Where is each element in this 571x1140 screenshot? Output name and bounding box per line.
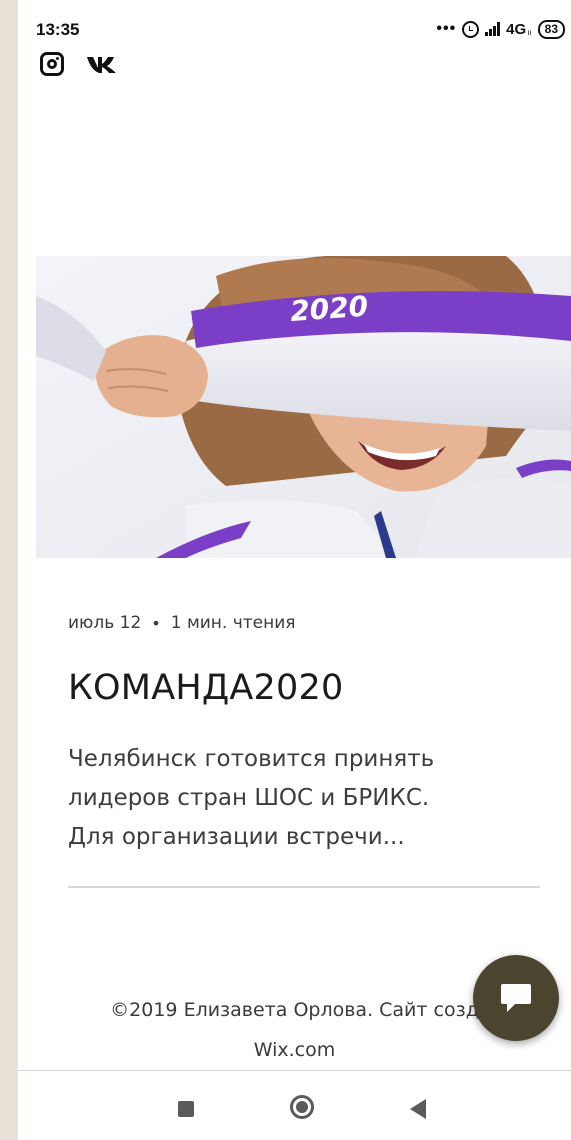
post-cover-image[interactable]: 2020 <box>36 256 571 558</box>
phone-screen: 13:35 ••• 4G ıı 83 2020 июль 12 • 1 мин.… <box>18 0 571 1140</box>
meta-separator: • <box>151 613 161 633</box>
system-navigation-bar <box>18 1070 571 1140</box>
social-bar <box>40 52 118 76</box>
jersey-2020-text: 2020 <box>289 290 369 328</box>
excerpt-line: Для организации встречи... <box>68 824 405 850</box>
network-type: 4G <box>506 20 527 38</box>
signal-icon <box>485 22 501 36</box>
post-divider <box>68 886 540 888</box>
status-indicators: ••• 4G ıı 83 <box>436 18 565 40</box>
alarm-icon <box>462 20 480 38</box>
status-bar: 13:35 ••• 4G ıı 83 <box>18 0 571 54</box>
recent-apps-icon[interactable] <box>178 1101 194 1117</box>
post-excerpt[interactable]: Челябинск готовится принять лидеров стра… <box>68 740 538 857</box>
post-date: июль 12 <box>68 613 142 633</box>
chat-button[interactable] <box>473 955 559 1041</box>
excerpt-line: лидеров стран ШОС и БРИКС. <box>68 785 430 811</box>
vk-icon[interactable] <box>86 54 118 74</box>
back-icon[interactable] <box>410 1099 426 1119</box>
notification-dots: ••• <box>436 20 457 37</box>
footer-wix-link[interactable]: Wix.com <box>18 1030 571 1070</box>
instagram-icon[interactable] <box>40 52 64 76</box>
status-time: 13:35 <box>36 20 80 39</box>
network-activity: ıı <box>527 27 532 37</box>
chat-bubble-icon <box>501 984 531 1012</box>
home-icon[interactable] <box>290 1095 314 1119</box>
post-title[interactable]: КОМАНДА2020 <box>68 668 343 708</box>
excerpt-line: Челябинск готовится принять <box>68 746 435 772</box>
battery-icon: 83 <box>537 19 565 39</box>
post-read-time: 1 мин. чтения <box>170 613 296 633</box>
post-meta: июль 12 • 1 мин. чтения <box>68 613 296 633</box>
